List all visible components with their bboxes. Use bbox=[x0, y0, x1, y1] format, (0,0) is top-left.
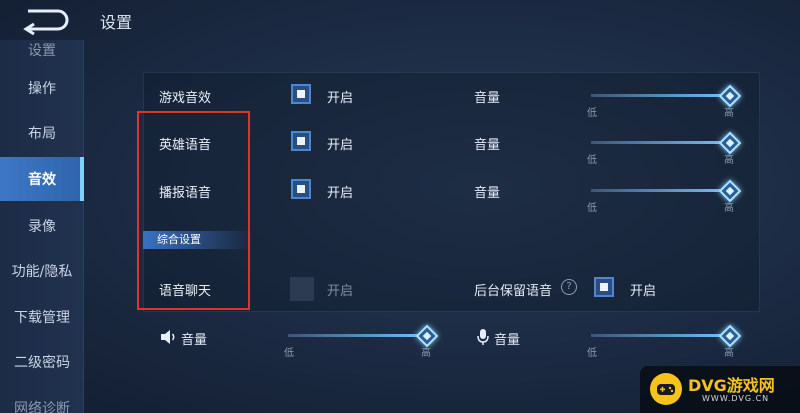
slider-fill bbox=[591, 189, 730, 192]
background-voice-toggle-label: 开启 bbox=[630, 284, 657, 299]
speaker-volume-slider[interactable]: 低 高 bbox=[284, 324, 439, 359]
sidebar-item-replay[interactable]: 录像 bbox=[0, 204, 84, 248]
hero-voice-volume-slider[interactable]: 低 高 bbox=[587, 131, 742, 166]
sidebar-item-network[interactable]: 网络诊断 bbox=[0, 386, 84, 413]
slider-high-label: 高 bbox=[724, 155, 734, 166]
slider-high-label: 高 bbox=[724, 203, 734, 214]
voice-chat-toggle-label: 开启 bbox=[327, 284, 354, 299]
mic-volume-slider[interactable]: 低 高 bbox=[587, 324, 742, 359]
slider-low-label: 低 bbox=[587, 108, 597, 119]
slider-fill bbox=[591, 94, 730, 97]
slider-high-label: 高 bbox=[724, 108, 734, 119]
slider-high-label: 高 bbox=[421, 348, 431, 359]
background-voice-checkbox[interactable] bbox=[594, 277, 614, 297]
help-icon[interactable]: ? bbox=[561, 279, 577, 295]
game-sound-volume-label: 音量 bbox=[474, 91, 501, 106]
voice-chat-checkbox[interactable] bbox=[290, 277, 314, 301]
page-title: 设置 bbox=[100, 13, 133, 32]
sidebar-item-layout[interactable]: 布局 bbox=[0, 111, 84, 155]
watermark-text: DVG游戏网 bbox=[688, 376, 775, 395]
sidebar: 设置 操作 布局 音效 录像 功能/隐私 下载管理 二级密码 网络诊断 bbox=[0, 40, 84, 413]
slider-low-label: 低 bbox=[587, 155, 597, 166]
slider-low-label: 低 bbox=[587, 348, 597, 359]
slider-low-label: 低 bbox=[587, 203, 597, 214]
game-sound-toggle-label: 开启 bbox=[327, 91, 354, 106]
slider-low-label: 低 bbox=[284, 348, 294, 359]
slider-fill bbox=[591, 141, 730, 144]
microphone-icon bbox=[477, 329, 489, 345]
slider-fill bbox=[591, 334, 730, 337]
speaker-volume-label: 音量 bbox=[181, 333, 208, 348]
mic-volume-label: 音量 bbox=[494, 333, 521, 348]
slider-high-label: 高 bbox=[724, 348, 734, 359]
slider-fill bbox=[288, 334, 427, 337]
broadcast-voice-volume-label: 音量 bbox=[474, 186, 501, 201]
broadcast-voice-toggle-label: 开启 bbox=[327, 186, 354, 201]
broadcast-voice-volume-slider[interactable]: 低 高 bbox=[587, 179, 742, 214]
sidebar-item-secondary-password[interactable]: 二级密码 bbox=[0, 340, 84, 384]
broadcast-voice-checkbox[interactable] bbox=[291, 179, 311, 199]
game-sound-checkbox[interactable] bbox=[291, 84, 311, 104]
sidebar-item-privacy[interactable]: 功能/隐私 bbox=[0, 249, 84, 293]
watermark-url: WWW.DVG.CN bbox=[702, 394, 770, 403]
background-voice-label: 后台保留语音 bbox=[474, 284, 553, 299]
game-sound-label: 游戏音效 bbox=[159, 91, 212, 106]
hero-voice-volume-label: 音量 bbox=[474, 138, 501, 153]
sidebar-item-controls[interactable]: 操作 bbox=[0, 66, 84, 110]
speaker-icon bbox=[161, 330, 175, 344]
game-sound-volume-slider[interactable]: 低 高 bbox=[587, 84, 742, 119]
sidebar-item-sound[interactable]: 音效 bbox=[0, 157, 84, 201]
highlight-box bbox=[137, 111, 250, 310]
sidebar-item-downloads[interactable]: 下载管理 bbox=[0, 295, 84, 339]
gamepad-logo-icon bbox=[650, 373, 682, 405]
hero-voice-toggle-label: 开启 bbox=[327, 138, 354, 153]
top-bar: 设置 bbox=[0, 0, 800, 44]
hero-voice-checkbox[interactable] bbox=[291, 131, 311, 151]
settings-screen: 设置 设置 操作 布局 音效 录像 功能/隐私 下载管理 二级密码 网络诊断 游… bbox=[0, 0, 800, 413]
watermark: DVG游戏网 WWW.DVG.CN bbox=[640, 366, 800, 413]
